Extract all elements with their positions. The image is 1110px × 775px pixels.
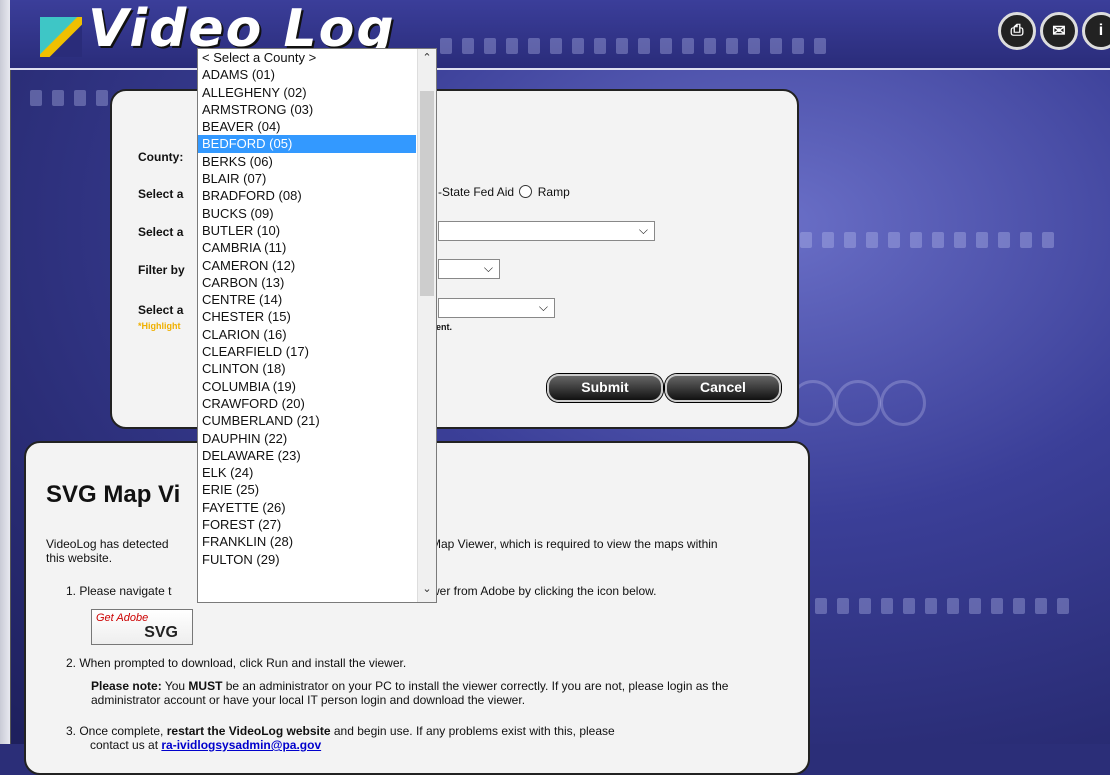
radio-text-state-fed-aid: -State Fed Aid [438, 185, 515, 199]
keystone-logo-icon [40, 17, 82, 57]
intro-right: Map Viewer, which is required to view th… [431, 537, 718, 551]
badge-get-text: Get Adobe [96, 612, 149, 624]
chevron-down-icon: ⌵ [638, 223, 648, 237]
header-bar: Video Log ⎙ ✉ i [10, 0, 1110, 70]
county-option[interactable]: ALLEGHENY (02) [198, 84, 416, 101]
county-option[interactable]: ADAMS (01) [198, 66, 416, 83]
toolbar-icons: ⎙ ✉ i [998, 12, 1110, 50]
cancel-button[interactable]: Cancel [665, 374, 781, 402]
note-text: You [161, 679, 189, 693]
step-1: 1. Please navigate t wer from Adobe by c… [66, 584, 656, 598]
step-1-suffix: wer from Adobe by clicking the icon belo… [431, 584, 657, 598]
county-option[interactable]: BEAVER (04) [198, 118, 416, 135]
intro-left: VideoLog has detected [46, 537, 169, 551]
county-option[interactable]: CAMERON (12) [198, 257, 416, 274]
step-3-a: 3. Once complete, [66, 724, 167, 738]
scrollbar-thumb[interactable] [420, 91, 434, 296]
get-adobe-svg-button[interactable]: Get Adobe SVG [91, 609, 193, 645]
county-option[interactable]: CENTRE (14) [198, 291, 416, 308]
county-option[interactable]: BLAIR (07) [198, 170, 416, 187]
county-option[interactable]: CLARION (16) [198, 326, 416, 343]
badge-svg-text: SVG [144, 624, 178, 641]
mail-icon[interactable]: ✉ [1040, 12, 1078, 50]
county-option[interactable]: ARMSTRONG (03) [198, 101, 416, 118]
county-option[interactable]: CLINTON (18) [198, 360, 416, 377]
county-option[interactable]: CRAWFORD (20) [198, 395, 416, 412]
county-option[interactable]: BUCKS (09) [198, 205, 416, 222]
step-2: 2. When prompted to download, click Run … [66, 656, 407, 670]
county-label: County: [138, 150, 184, 164]
chevron-down-icon: ⌵ [483, 261, 493, 275]
county-option[interactable]: ELK (24) [198, 464, 416, 481]
ramp-label: Ramp [537, 185, 570, 199]
ramp-radio[interactable] [519, 185, 533, 198]
county-option[interactable]: COLUMBIA (19) [198, 378, 416, 395]
chevron-up-icon[interactable]: ⌃ [418, 51, 436, 69]
reel-decoration [835, 380, 881, 426]
county-option[interactable]: CHESTER (15) [198, 308, 416, 325]
select-route-type-label: Select a [138, 187, 184, 201]
county-option[interactable]: FULTON (29) [198, 551, 416, 568]
admin-note: Please note: You MUST be an administrato… [91, 679, 791, 707]
info-icon[interactable]: i [1082, 12, 1110, 50]
chevron-down-icon: ⌵ [538, 300, 548, 314]
filter-select[interactable]: ⌵ [438, 259, 500, 279]
county-option[interactable]: CAMBRIA (11) [198, 239, 416, 256]
county-option[interactable]: < Select a County > [198, 49, 416, 66]
county-option[interactable]: BUTLER (10) [198, 222, 416, 239]
segment-select[interactable]: ⌵ [438, 298, 555, 318]
dropdown-scrollbar[interactable]: ⌃ ⌄ [417, 49, 436, 602]
note-highlight: *Highlight [138, 321, 181, 331]
county-option[interactable]: ERIE (25) [198, 481, 416, 498]
step-3-c: and begin use. If any problems exist wit… [330, 724, 615, 738]
select-segment-label: Select a [138, 303, 184, 317]
note-must: MUST [188, 679, 223, 693]
print-icon[interactable]: ⎙ [998, 12, 1036, 50]
admin-email-link[interactable]: ra-ividlogsysadmin@pa.gov [161, 738, 321, 752]
filter-by-label: Filter by [138, 263, 185, 277]
route-select[interactable]: ⌵ [438, 221, 655, 241]
county-option[interactable]: FOREST (27) [198, 516, 416, 533]
window-left-edge [0, 0, 11, 744]
step-3-d: contact us at [90, 738, 162, 752]
county-option[interactable]: BRADFORD (08) [198, 187, 416, 204]
county-option[interactable]: FRANKLIN (28) [198, 533, 416, 550]
county-option[interactable]: BEDFORD (05) [198, 135, 416, 153]
filmstrip-decoration [815, 598, 1069, 616]
county-option[interactable]: BERKS (06) [198, 153, 416, 170]
step-1-prefix: 1. Please navigate t [66, 584, 172, 598]
note-bold: Please note: [91, 679, 162, 693]
county-option[interactable]: DELAWARE (23) [198, 447, 416, 464]
route-type-options: -State Fed Aid Ramp [438, 185, 570, 199]
step-3-b: restart the VideoLog website [166, 724, 331, 738]
county-dropdown-list[interactable]: < Select a County > ADAMS (01) ALLEGHENY (… [197, 48, 437, 603]
step-3: 3. Once complete, restart the VideoLog w… [66, 724, 796, 752]
select-route-label: Select a [138, 225, 184, 239]
reel-decoration [880, 380, 926, 426]
county-option[interactable]: DAUPHIN (22) [198, 430, 416, 447]
intro-left-2: this website. [46, 551, 113, 565]
filmstrip-decoration [800, 232, 1054, 250]
county-option[interactable]: CLEARFIELD (17) [198, 343, 416, 360]
chevron-down-icon[interactable]: ⌄ [418, 582, 436, 600]
highlight-note: *Highlight ent. [138, 321, 452, 332]
county-option[interactable]: CUMBERLAND (21) [198, 412, 416, 429]
note-tail: ent. [436, 322, 453, 332]
submit-button[interactable]: Submit [547, 374, 663, 402]
county-options: < Select a County > ADAMS (01) ALLEGHENY (… [198, 49, 416, 568]
county-option[interactable]: CARBON (13) [198, 274, 416, 291]
county-option[interactable]: FAYETTE (26) [198, 499, 416, 516]
svg-heading: SVG Map Vi [46, 481, 181, 508]
filmstrip-decoration [440, 38, 826, 56]
